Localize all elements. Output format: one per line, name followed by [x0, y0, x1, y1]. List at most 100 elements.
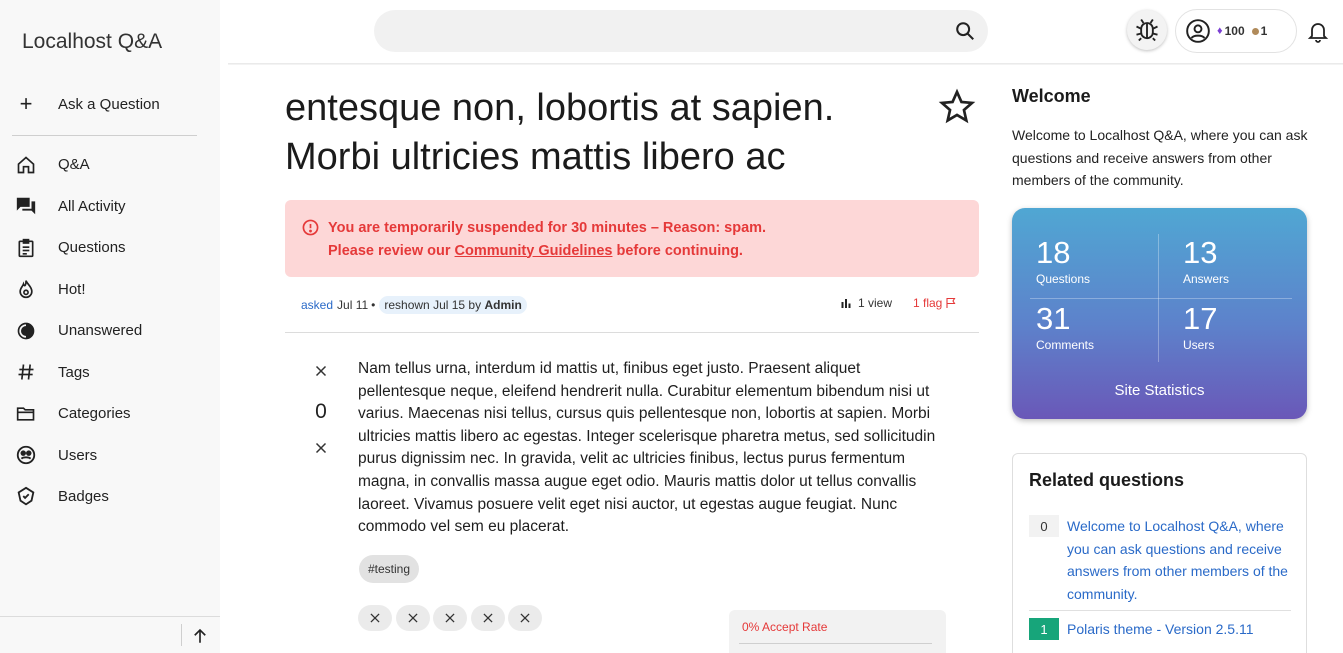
flag-icon: [946, 297, 956, 308]
search-input[interactable]: [394, 10, 954, 52]
author-card: 0% Accept Rate: [729, 610, 946, 653]
related-question-link[interactable]: Polaris theme - Version 2.5.11: [1067, 618, 1293, 641]
flag-button[interactable]: 1 flag: [913, 296, 957, 310]
related-item: 1 Polaris theme - Version 2.5.11: [1029, 618, 1293, 641]
half-circle-icon: [14, 319, 38, 343]
sidebar-item-label: Badges: [58, 488, 109, 506]
stat-users: 17 Users: [1183, 301, 1218, 353]
site-brand[interactable]: Localhost Q&A: [22, 30, 162, 54]
sidebar-item-label: Questions: [58, 239, 126, 257]
sidebar-item-questions[interactable]: Questions: [14, 227, 142, 269]
alert-line-2: Please review our Community Guidelines b…: [328, 240, 766, 263]
sidebar-item-qa[interactable]: Q&A: [14, 144, 142, 186]
meta-bullet: •: [371, 298, 376, 312]
sidebar: Localhost Q&A + Ask a Question Q&A All A…: [0, 0, 220, 653]
related-questions-card: Related questions 0 Welcome to Localhost…: [1012, 453, 1307, 653]
stat-questions: 18 Questions: [1036, 235, 1090, 287]
search-icon[interactable]: [954, 20, 976, 42]
stats-title: Site Statistics: [1114, 382, 1205, 399]
badge-icon: [14, 485, 38, 509]
sidebar-nav: Q&A All Activity Questions Hot! Unanswer…: [14, 144, 142, 518]
sidebar-item-badges[interactable]: Badges: [14, 476, 142, 518]
related-divider: [1029, 610, 1291, 611]
folder-icon: [14, 402, 38, 426]
question-divider: [285, 332, 979, 333]
view-count-label: 1 view: [858, 296, 893, 310]
sidebar-item-label: Hot!: [58, 280, 86, 298]
sidebar-item-label: Tags: [58, 363, 90, 381]
action-button-1[interactable]: [358, 605, 392, 631]
sidebar-item-all-activity[interactable]: All Activity: [14, 186, 142, 228]
user-avatar-icon: [1186, 19, 1210, 43]
question-title: entesque non, lobortis at sapien. Morbi …: [285, 87, 835, 178]
sidebar-item-label: Users: [58, 446, 98, 464]
fire-icon: [14, 277, 38, 301]
asked-date: Jul 11: [337, 298, 369, 312]
sidebar-item-label: Unanswered: [58, 322, 143, 340]
vote-count: 0: [315, 400, 327, 423]
alert-icon: [302, 219, 319, 236]
author-card-divider: [739, 643, 932, 644]
sidebar-item-categories[interactable]: Categories: [14, 393, 142, 435]
reshown-user-link[interactable]: Admin: [484, 298, 521, 312]
stat-label: Answers: [1183, 272, 1230, 286]
action-button-5[interactable]: [508, 605, 542, 631]
stat-answers: 13 Answers: [1183, 235, 1230, 287]
stat-label: Users: [1183, 338, 1215, 352]
related-title: Related questions: [1029, 470, 1185, 490]
sidebar-item-unanswered[interactable]: Unanswered: [14, 310, 142, 352]
vote-down-close-icon[interactable]: [312, 439, 330, 457]
action-button-3[interactable]: [433, 605, 467, 631]
favorite-star-icon[interactable]: [938, 88, 976, 126]
question-meta: asked Jul 11 • reshown Jul 15 by Admin: [301, 296, 527, 314]
bug-icon: [1136, 18, 1158, 42]
plus-icon: +: [19, 91, 33, 116]
sidebar-footer-separator: [181, 624, 182, 646]
sidebar-item-users[interactable]: Users: [14, 435, 142, 477]
asked-link[interactable]: asked: [301, 298, 333, 312]
stat-value: 31: [1036, 301, 1071, 336]
stat-value: 18: [1036, 235, 1071, 270]
close-icon: [445, 613, 455, 623]
close-icon: [520, 613, 530, 623]
community-guidelines-link[interactable]: Community Guidelines: [455, 243, 613, 259]
notification-bell-icon[interactable]: [1306, 19, 1330, 43]
scroll-top-button[interactable]: [189, 625, 211, 647]
sidebar-item-label: Categories: [58, 405, 131, 423]
stat-comments: 31 Comments: [1036, 301, 1094, 353]
question-actions: [358, 605, 546, 631]
bug-report-button[interactable]: [1127, 10, 1167, 50]
stat-value: 17: [1183, 301, 1218, 336]
ask-question-label: Ask a Question: [58, 95, 160, 113]
search-bar[interactable]: [374, 10, 988, 52]
reshown-info: reshown Jul 15 by Admin: [379, 296, 527, 314]
alert-prefix: Please review our: [328, 242, 455, 259]
related-question-link[interactable]: Welcome to Localhost Q&A, where you can …: [1067, 515, 1293, 605]
sidebar-item-hot[interactable]: Hot!: [14, 269, 142, 311]
bar-chart-icon: [841, 299, 851, 308]
close-icon: [482, 613, 493, 623]
vote-up-close-icon[interactable]: [312, 362, 330, 380]
suspension-alert: You are temporarily suspended for 30 min…: [285, 200, 979, 277]
alert-message: You are temporarily suspended for 30 min…: [328, 217, 766, 262]
stat-value: 13: [1183, 235, 1218, 270]
related-item: 0 Welcome to Localhost Q&A, where you ca…: [1029, 515, 1293, 605]
close-icon: [370, 613, 380, 623]
alert-line-1: You are temporarily suspended for 30 min…: [328, 220, 767, 236]
action-button-4[interactable]: [470, 605, 505, 631]
user-points: 100: [1224, 24, 1245, 38]
points-icon: ♦: [1217, 25, 1223, 37]
hash-icon: [14, 360, 38, 384]
reshown-text: reshown Jul 15 by: [384, 298, 482, 312]
ask-question-link[interactable]: + Ask a Question: [14, 93, 160, 115]
sidebar-divider: [12, 135, 197, 136]
tag-testing[interactable]: #testing: [359, 555, 420, 583]
action-button-2[interactable]: [395, 605, 430, 631]
sidebar-item-label: Q&A: [58, 156, 90, 174]
flag-count-label: 1 flag: [913, 296, 943, 310]
related-answer-count: 1: [1029, 618, 1059, 640]
stats-divider-horizontal: [1030, 298, 1292, 299]
users-icon: [14, 443, 38, 467]
sidebar-item-tags[interactable]: Tags: [14, 352, 142, 394]
user-menu[interactable]: ♦ 100 1: [1175, 9, 1297, 53]
